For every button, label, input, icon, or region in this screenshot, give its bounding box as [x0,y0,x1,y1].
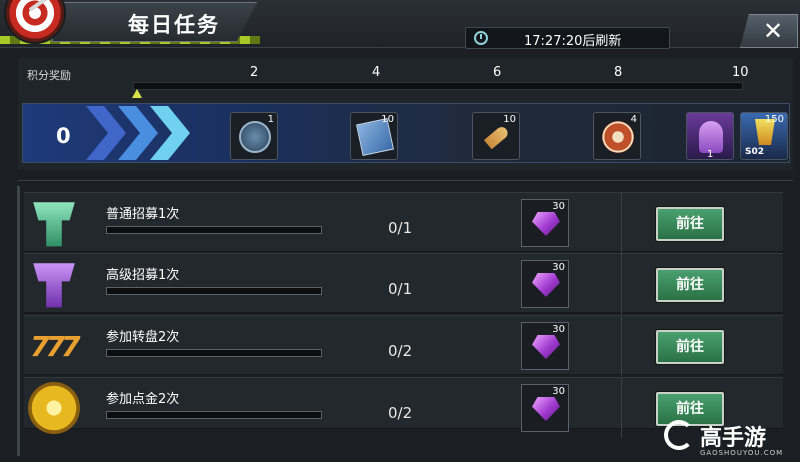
bullet-icon [483,124,511,150]
reward-count: 150 [764,114,784,125]
task-progress-text: 0/1 [388,280,413,298]
divider [18,180,793,181]
reward-count: 1 [707,149,714,160]
close-button[interactable]: ✕ [740,14,798,48]
refresh-timer: 17:27:20后刷新 [465,27,670,49]
gem-icon [532,397,560,421]
row-divider [621,316,622,376]
gem-icon [532,273,560,297]
task-name: 高级招募1次 [106,268,180,283]
casino-chip-icon [602,121,634,153]
reward-count: 30 [552,386,565,397]
task-name: 普通招募1次 [106,207,180,222]
reward-count: 4 [630,114,637,125]
progress-marker-icon [132,89,142,98]
reward-character[interactable]: 1 [686,112,734,160]
points-tick: 4 [372,65,381,80]
task-progress-text: 0/2 [388,342,413,360]
task-progress-bar [106,287,322,295]
task-reward[interactable]: 30 [521,260,569,308]
reward-cinema-ticket[interactable]: 10 [350,112,398,160]
go-button[interactable]: 前往 [656,207,724,241]
task-reward[interactable]: 30 [521,384,569,432]
gem-icon [532,212,560,236]
reward-count: 30 [552,324,565,335]
watermark: 高手游 GAOSHOUYOU.COM [664,418,800,462]
task-reward[interactable]: 30 [521,199,569,247]
reward-drink[interactable]: 150 S02 [740,112,788,160]
points-progress-bar [133,82,743,90]
task-name: 参加转盘2次 [106,330,180,345]
reward-count: 10 [381,114,394,125]
task-progress-bar [106,411,322,419]
stopwatch-icon [474,31,488,45]
points-tick: 6 [493,65,502,80]
go-button[interactable]: 前往 [656,268,724,302]
reward-count: 30 [552,201,565,212]
go-button[interactable]: 前往 [656,330,724,364]
row-divider [621,193,622,253]
task-progress-bar [106,349,322,357]
points-tick: 2 [250,65,259,80]
current-points: 0 [56,124,71,148]
purple-recruit-icon [33,263,75,308]
reward-count: 10 [503,114,516,125]
task-progress-text: 0/1 [388,219,413,237]
task-row: 高级招募1次 0/1 30 前往 [24,253,783,314]
reward-tag: S02 [745,147,765,157]
watermark-text: 高手游 [700,426,767,451]
scrollbar[interactable] [17,186,20,456]
task-name: 参加点金2次 [106,392,180,407]
watermark-subtext: GAOSHOUYOU.COM [700,449,784,457]
points-tick: 10 [732,65,749,80]
slot-777-icon: 777 [30,330,80,363]
row-divider [621,254,622,314]
task-row: 普通招募1次 0/1 30 前往 [24,192,783,253]
refresh-timer-text: 17:27:20后刷新 [524,34,622,49]
green-recruit-icon [33,202,75,247]
reward-bullet[interactable]: 10 [472,112,520,160]
task-progress-bar [106,226,322,234]
gold-diamond-coin-icon [28,382,80,434]
gem-icon [532,335,560,359]
watermark-logo-icon [664,420,694,450]
points-tick: 8 [614,65,623,80]
task-progress-text: 0/2 [388,404,413,422]
reward-coin-token[interactable]: 1 [230,112,278,160]
task-row: 777 参加转盘2次 0/2 30 前往 [24,315,783,376]
coin-token-icon [239,121,271,153]
reward-count: 30 [552,262,565,273]
page-title: 每日任务 [128,13,220,37]
row-divider [621,378,622,438]
reward-count: 1 [267,114,274,125]
reward-casino-chip[interactable]: 4 [593,112,641,160]
task-reward[interactable]: 30 [521,322,569,370]
points-label: 积分奖励 [27,69,71,82]
